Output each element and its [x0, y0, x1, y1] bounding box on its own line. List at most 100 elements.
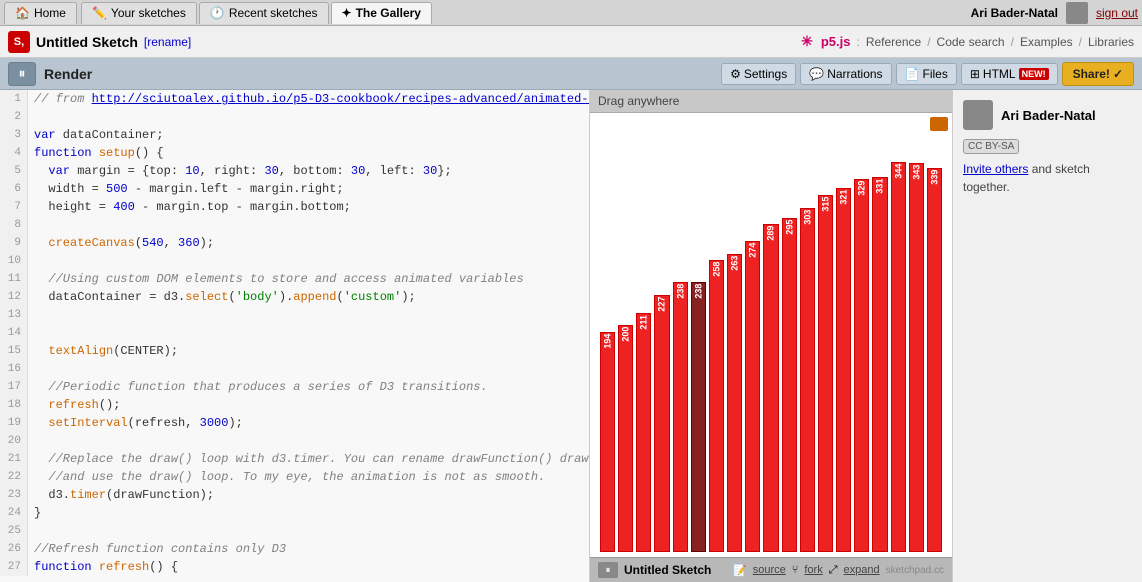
- bar-item: 315: [818, 195, 833, 552]
- examples-link[interactable]: Examples: [1020, 35, 1073, 49]
- files-button[interactable]: 📄 Files: [896, 63, 957, 85]
- fork-link[interactable]: fork: [804, 564, 822, 576]
- code-line-9: 9 createCanvas(540, 360);: [0, 234, 589, 252]
- render-label: Render: [44, 66, 713, 82]
- code-line-6: 6 width = 500 - margin.left - margin.rig…: [0, 180, 589, 198]
- source-link[interactable]: source: [753, 564, 786, 576]
- bar-value-label: 339: [929, 171, 939, 184]
- bar-value-label: 331: [875, 180, 885, 193]
- fork-icon: ⑂: [792, 564, 799, 576]
- bar-value-label: 238: [675, 285, 685, 298]
- code-line-11: 11 //Using custom DOM elements to store …: [0, 270, 589, 288]
- code-line-8: 8: [0, 216, 589, 234]
- bar-value-label: 321: [839, 191, 849, 204]
- bar-item: 321: [836, 188, 851, 552]
- code-link[interactable]: http://sciutoalex.github.io/p5-D3-cookbo…: [92, 92, 590, 106]
- bar-fill: 289: [763, 224, 778, 552]
- code-line-20: 20: [0, 432, 589, 450]
- sketchpad-logo: sketchpad.cc: [886, 565, 944, 576]
- bar-value-label: 274: [748, 244, 758, 257]
- bar-item: 227: [654, 295, 669, 552]
- pause-button[interactable]: ⏸: [8, 62, 36, 86]
- bar-item: 194: [600, 332, 615, 552]
- code-line-19: 19 setInterval(refresh, 3000);: [0, 414, 589, 432]
- expand-link[interactable]: expand: [844, 564, 880, 576]
- bar-item: 329: [854, 179, 869, 552]
- sign-out-link[interactable]: sign out: [1096, 6, 1138, 20]
- preview-pause-button[interactable]: ⏸: [598, 562, 618, 578]
- code-line-26: 26 //Refresh function contains only D3: [0, 540, 589, 558]
- code-line-10: 10: [0, 252, 589, 270]
- code-search-link[interactable]: Code search: [937, 35, 1005, 49]
- bar-value-label: 238: [693, 285, 703, 298]
- invite-text: Invite others and sketch together.: [963, 160, 1132, 196]
- preview-canvas: 194 200211227 238 238 258 263 274 289 295 303 315 3…: [590, 113, 952, 557]
- code-line-12: 12 dataContainer = d3.select('body').app…: [0, 288, 589, 306]
- bar-fill: 274: [745, 241, 760, 552]
- sketch-title: Untitled Sketch: [36, 34, 138, 50]
- settings-label: Settings: [744, 67, 787, 81]
- code-line-27: 27 function refresh() {: [0, 558, 589, 576]
- bar-fill: 258: [709, 260, 724, 552]
- recent-sketches-label: Recent sketches: [229, 6, 318, 20]
- nav-your-sketches[interactable]: ✏️ Your sketches: [81, 2, 197, 24]
- bar-value-label: 258: [712, 263, 722, 276]
- your-sketches-label: Your sketches: [111, 6, 186, 20]
- toolbar: ⏸ Render ⚙ Settings 💬 Narrations 📄 Files…: [0, 58, 1142, 90]
- bar-value-label: 295: [784, 221, 794, 234]
- right-sidebar: Ari Bader-Natal CC BY-SA Invite others a…: [952, 90, 1142, 582]
- home-icon: 🏠: [15, 6, 30, 20]
- bar-value-label: 343: [911, 166, 921, 179]
- code-line-7: 7 height = 400 - margin.top - margin.bot…: [0, 198, 589, 216]
- bar-fill: 238: [691, 282, 706, 552]
- bar-fill: 295: [782, 218, 797, 552]
- pencil-icon: ✏️: [92, 6, 107, 20]
- code-line-17: 17 //Periodic function that produces a s…: [0, 378, 589, 396]
- code-line-2: 2: [0, 108, 589, 126]
- invite-link[interactable]: Invite others: [963, 162, 1028, 176]
- bar-value-label: 315: [820, 198, 830, 211]
- star-icon: ✦: [342, 6, 352, 20]
- nav-home[interactable]: 🏠 Home: [4, 2, 77, 24]
- bar-value-label: 289: [766, 227, 776, 240]
- bar-fill: 211: [636, 313, 651, 552]
- html-button[interactable]: ⊞ HTML NEW!: [961, 63, 1058, 85]
- narrations-label: Narrations: [827, 67, 882, 81]
- bar-value-label: 194: [603, 335, 613, 348]
- checkmark-icon: ✓: [1113, 67, 1123, 81]
- nav-recent-sketches[interactable]: 🕐 Recent sketches: [199, 2, 329, 24]
- code-lines: 1 // from http://sciutoalex.github.io/p5…: [0, 90, 589, 576]
- reference-link[interactable]: Reference: [866, 35, 921, 49]
- bar-fill: 303: [800, 208, 815, 552]
- share-button[interactable]: Share! ✓: [1062, 62, 1134, 86]
- bar-item: 200: [618, 325, 633, 552]
- code-line-24: 24 }: [0, 504, 589, 522]
- libraries-link[interactable]: Libraries: [1088, 35, 1134, 49]
- bar-fill: 263: [727, 254, 742, 552]
- rename-link[interactable]: [rename]: [144, 35, 191, 49]
- bar-value-label: 303: [802, 211, 812, 224]
- sidebar-user: Ari Bader-Natal: [963, 100, 1132, 130]
- toolbar-buttons: ⚙ Settings 💬 Narrations 📄 Files ⊞ HTML N…: [721, 62, 1134, 86]
- main-area: 1 // from http://sciutoalex.github.io/p5…: [0, 90, 1142, 582]
- preview-panel: Drag anywhere 194 200211227 238 238 258 263 27…: [590, 90, 952, 582]
- nav-gallery[interactable]: ✦ The Gallery: [331, 2, 432, 24]
- bar-item: 258: [709, 260, 724, 552]
- code-line-21: 21 //Replace the draw() loop with d3.tim…: [0, 450, 589, 468]
- sep2: /: [927, 35, 930, 49]
- code-editor[interactable]: 1 // from http://sciutoalex.github.io/p5…: [0, 90, 590, 582]
- bar-value-label: 263: [730, 257, 740, 270]
- source-icon: 📝: [733, 564, 747, 577]
- narrations-button[interactable]: 💬 Narrations: [800, 63, 891, 85]
- code-line-22: 22 //and use the draw() loop. To my eye,…: [0, 468, 589, 486]
- bar-item: 339: [927, 168, 942, 552]
- bar-item: 289: [763, 224, 778, 552]
- top-navigation: 🏠 Home ✏️ Your sketches 🕐 Recent sketche…: [0, 0, 1142, 26]
- code-line-23: 23 d3.timer(drawFunction);: [0, 486, 589, 504]
- clock-icon: 🕐: [210, 6, 225, 20]
- preview-header[interactable]: Drag anywhere: [590, 90, 952, 113]
- files-label: Files: [923, 67, 948, 81]
- settings-button[interactable]: ⚙ Settings: [721, 63, 796, 85]
- drag-label: Drag anywhere: [598, 94, 679, 108]
- nav-avatar: [1066, 2, 1088, 24]
